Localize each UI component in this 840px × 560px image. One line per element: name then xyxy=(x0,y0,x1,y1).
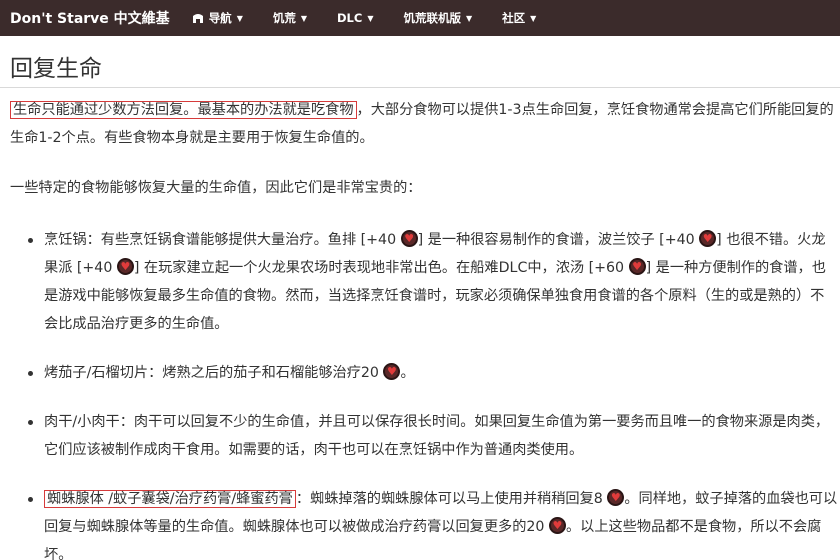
nav-item-label: DLC xyxy=(337,11,363,25)
nav-item-label: 饥荒联机版 xyxy=(403,11,461,25)
list-item-jerky: 肉干/小肉干：肉干可以回复不少的生命值，并且可以保存很长时间。如果回复生命值为第… xyxy=(28,408,838,464)
site-brand[interactable]: Don't Starve 中文維基 xyxy=(0,8,170,28)
nav-item-community[interactable]: 社区 ▼ xyxy=(502,10,536,26)
list-item-crock-pot: 烹饪锅：有些烹饪锅食谱能够提供大量治疗。鱼排 [+40 ] 是一种很容易制作的食… xyxy=(28,226,838,338)
nav-item-label: 饥荒 xyxy=(272,11,296,25)
list-item-cooked-eggplant: 烤茄子/石榴切片：烤熟之后的茄子和石榴能够治疗20 。 xyxy=(28,359,838,387)
health-icon xyxy=(699,229,717,249)
nav-item-together[interactable]: 饥荒联机版 ▼ xyxy=(403,10,472,26)
healing-food-list: 烹饪锅：有些烹饪锅食谱能够提供大量治疗。鱼排 [+40 ] 是一种很容易制作的食… xyxy=(28,226,838,560)
nav-item-dont-starve[interactable]: 饥荒 ▼ xyxy=(273,10,307,26)
highlighted-text: 生命只能通过少数方法回复。最基本的办法就是吃食物 xyxy=(10,101,357,119)
section-heading: 回复生命 xyxy=(10,56,102,82)
nav-item-label: 社区 xyxy=(502,11,526,25)
compass-icon xyxy=(192,13,204,24)
caret-down-icon: ▼ xyxy=(367,13,374,23)
intro-paragraph: 生命只能通过少数方法回复。最基本的办法就是吃食物 ，大部分食物可以提供1-3点生命… xyxy=(10,96,838,152)
highlighted-text: 蜘蛛腺体 /蚊子囊袋/治疗药膏/蜂蜜药膏 xyxy=(44,490,296,508)
health-icon xyxy=(400,229,418,249)
nav-item-dlc[interactable]: DLC ▼ xyxy=(337,11,373,25)
caret-down-icon: ▼ xyxy=(530,13,537,23)
health-icon xyxy=(383,362,401,382)
nav-item-guide[interactable]: 导航 ▼ xyxy=(192,10,243,26)
health-icon xyxy=(548,516,566,536)
health-icon xyxy=(607,488,625,508)
nav-item-label: 导航 xyxy=(208,11,232,25)
caret-down-icon: ▼ xyxy=(236,13,243,23)
caret-down-icon: ▼ xyxy=(300,13,307,23)
health-icon xyxy=(628,257,646,277)
lead-paragraph: 一些特定的食物能够恢复大量的生命值，因此它们是非常宝贵的： xyxy=(10,180,422,196)
list-item-spider-gland: 蜘蛛腺体 /蚊子囊袋/治疗药膏/蜂蜜药膏 ：蜘蛛掉落的蜘蛛腺体可以马上使用并稍稍回… xyxy=(28,485,838,560)
caret-down-icon: ▼ xyxy=(465,13,473,23)
health-icon xyxy=(116,257,134,277)
top-navbar: Don't Starve 中文維基 导航 ▼ 饥荒 ▼ DLC ▼ 饥荒联机版 … xyxy=(0,0,840,36)
heading-divider xyxy=(0,87,840,88)
